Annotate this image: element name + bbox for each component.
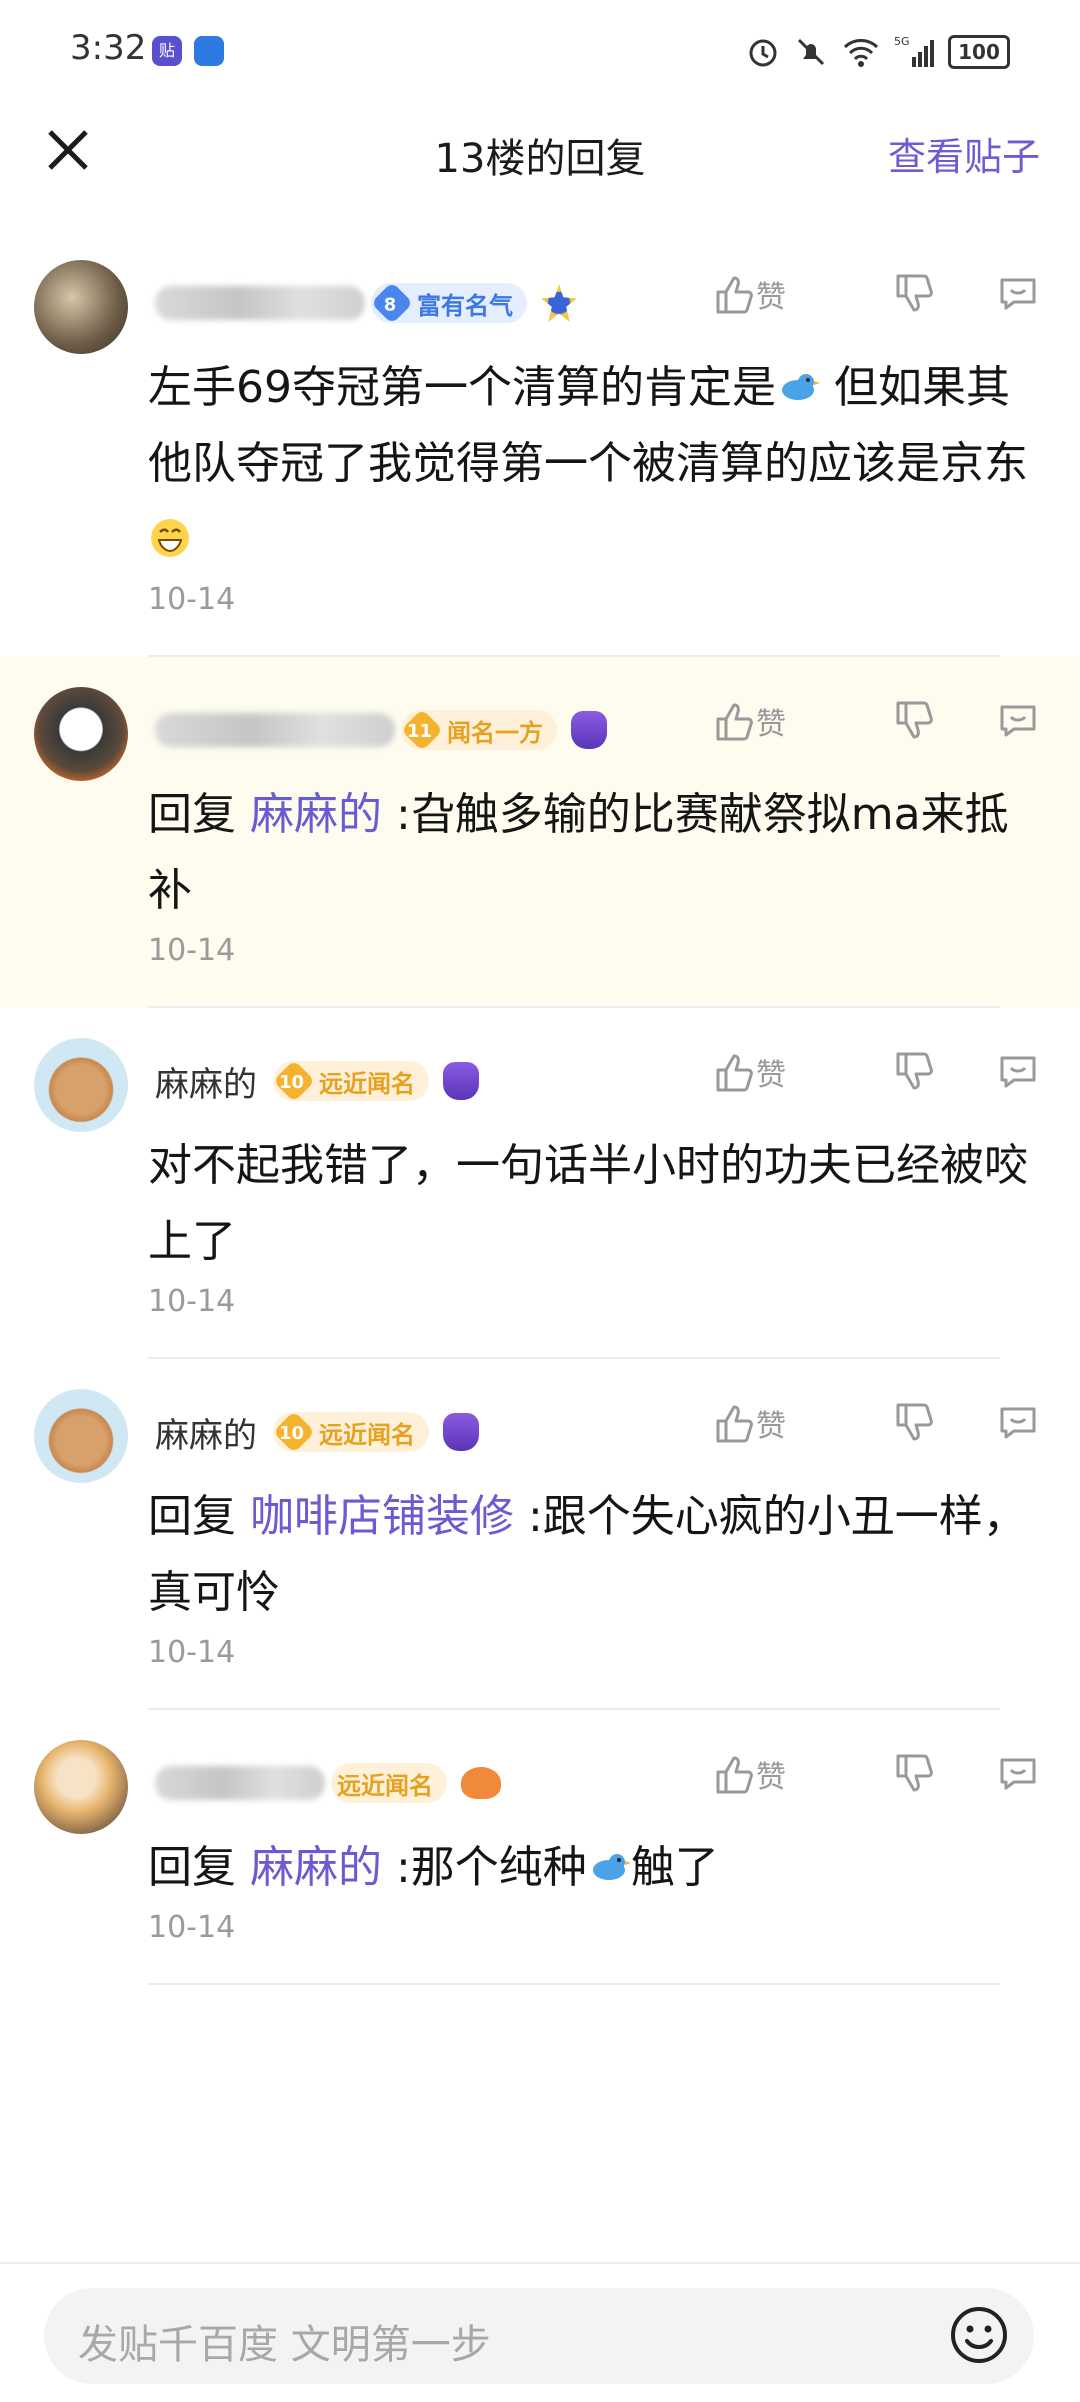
emoji-picker-icon[interactable] — [948, 2304, 1010, 2366]
grin-emoji-icon — [151, 519, 189, 557]
level-badge: 11 闻名一方 — [400, 708, 557, 752]
app-notification-icon — [194, 36, 224, 66]
avatar[interactable] — [34, 687, 128, 781]
avatar[interactable] — [34, 1038, 128, 1132]
username[interactable]: 麻麻的 — [155, 1408, 257, 1457]
bird-emoji-icon — [782, 374, 820, 400]
comment-icon[interactable] — [996, 1050, 1040, 1094]
avatar[interactable] — [34, 260, 128, 354]
medal-icon — [571, 711, 607, 749]
mention-link[interactable]: 咖啡店铺装修 — [250, 1491, 514, 1542]
like-button[interactable]: 赞 — [712, 1050, 832, 1094]
tieba-notification-icon: 贴 — [152, 36, 182, 66]
like-button[interactable]: 赞 — [712, 272, 832, 316]
medal-icon — [443, 1062, 479, 1100]
thumbs-up-icon — [716, 703, 753, 741]
level-badge: 10 远近闻名 — [272, 1410, 429, 1454]
top-nav: 13楼的回复 查看贴子 — [0, 100, 1080, 200]
reply-date: 10-14 — [148, 582, 236, 617]
like-button[interactable]: 赞 — [712, 1752, 832, 1796]
comment-icon[interactable] — [996, 1401, 1040, 1445]
thumbs-down-icon[interactable] — [892, 699, 936, 743]
username[interactable]: 麻麻的 — [155, 1057, 257, 1106]
signal-icon: 5G — [894, 35, 934, 67]
mention-link[interactable]: 麻麻的 — [250, 1842, 382, 1893]
avatar[interactable] — [34, 1740, 128, 1834]
medal-icon — [443, 1413, 479, 1451]
thumbs-up-icon — [716, 1756, 753, 1794]
username-blurred[interactable] — [155, 713, 395, 747]
reply-date: 10-14 — [148, 1635, 236, 1670]
reply-item: 麻麻的 10 远近闻名 赞 回复 咖啡店铺装修 :跟个失心疯的小丑一样，真可怜 1… — [0, 1359, 1080, 1710]
reply-date: 10-14 — [148, 1284, 236, 1319]
reply-item: 8 富有名气 赞 左手69夺冠第一个清算的肯定是 但如果其他队夺冠了我觉得第一个被… — [0, 230, 1080, 657]
status-bar: 3:32 贴 5G 100 — [0, 0, 1080, 100]
reply-item: 麻麻的 10 远近闻名 赞 对不起我错了，一句话半小时的功夫已经被咬上了 10-1… — [0, 1008, 1080, 1359]
svg-text:5G: 5G — [894, 35, 910, 48]
comment-icon[interactable] — [996, 1752, 1040, 1796]
medal-icon — [541, 284, 577, 322]
reply-date: 10-14 — [148, 1910, 236, 1945]
thumbs-down-icon[interactable] — [892, 1752, 936, 1796]
reply-item: 远近闻名 赞 回复 麻麻的 :那个纯种 触了 10-14 — [0, 1710, 1080, 1985]
thumbs-down-icon[interactable] — [892, 1050, 936, 1094]
reply-input-placeholder: 发贴千百度 文明第一步 — [78, 2322, 491, 2368]
bird-emoji-icon — [592, 1854, 631, 1880]
mention-link[interactable]: 麻麻的 — [250, 789, 382, 840]
medal-icon — [461, 1767, 501, 1799]
comment-icon[interactable] — [996, 272, 1040, 316]
reply-item-highlighted: 11 闻名一方 赞 回复 麻麻的 :旮触多输的比赛献祭拟ma来抵补 10-14 — [0, 657, 1080, 1008]
thumbs-up-icon — [716, 1405, 753, 1443]
thumbs-down-icon[interactable] — [892, 1401, 936, 1445]
thumbs-up-icon — [716, 276, 753, 314]
view-post-link[interactable]: 查看贴子 — [888, 126, 1040, 181]
level-badge: 远近闻名 — [331, 1763, 447, 1803]
reply-list: 8 富有名气 赞 左手69夺冠第一个清算的肯定是 但如果其他队夺冠了我觉得第一个被… — [0, 230, 1080, 1985]
username-blurred[interactable] — [155, 1766, 325, 1800]
level-badge: 10 远近闻名 — [272, 1059, 429, 1103]
level-badge: 8 富有名气 — [370, 281, 527, 325]
like-button[interactable]: 赞 — [712, 699, 832, 743]
battery-indicator: 100 — [948, 35, 1010, 69]
alarm-icon — [749, 39, 777, 67]
avatar[interactable] — [34, 1389, 128, 1483]
mute-icon — [797, 38, 825, 66]
thumbs-down-icon[interactable] — [892, 272, 936, 316]
like-button[interactable]: 赞 — [712, 1401, 832, 1445]
username-blurred[interactable] — [155, 286, 365, 320]
reply-date: 10-14 — [148, 933, 236, 968]
thumbs-up-icon — [716, 1054, 753, 1092]
status-time: 3:32 — [70, 28, 147, 68]
wifi-icon — [843, 39, 879, 67]
comment-icon[interactable] — [996, 699, 1040, 743]
reply-input[interactable]: 发贴千百度 文明第一步 — [44, 2288, 1034, 2384]
composer-bar: 发贴千百度 文明第一步 — [0, 2262, 1080, 2402]
divider — [148, 1983, 1000, 1985]
